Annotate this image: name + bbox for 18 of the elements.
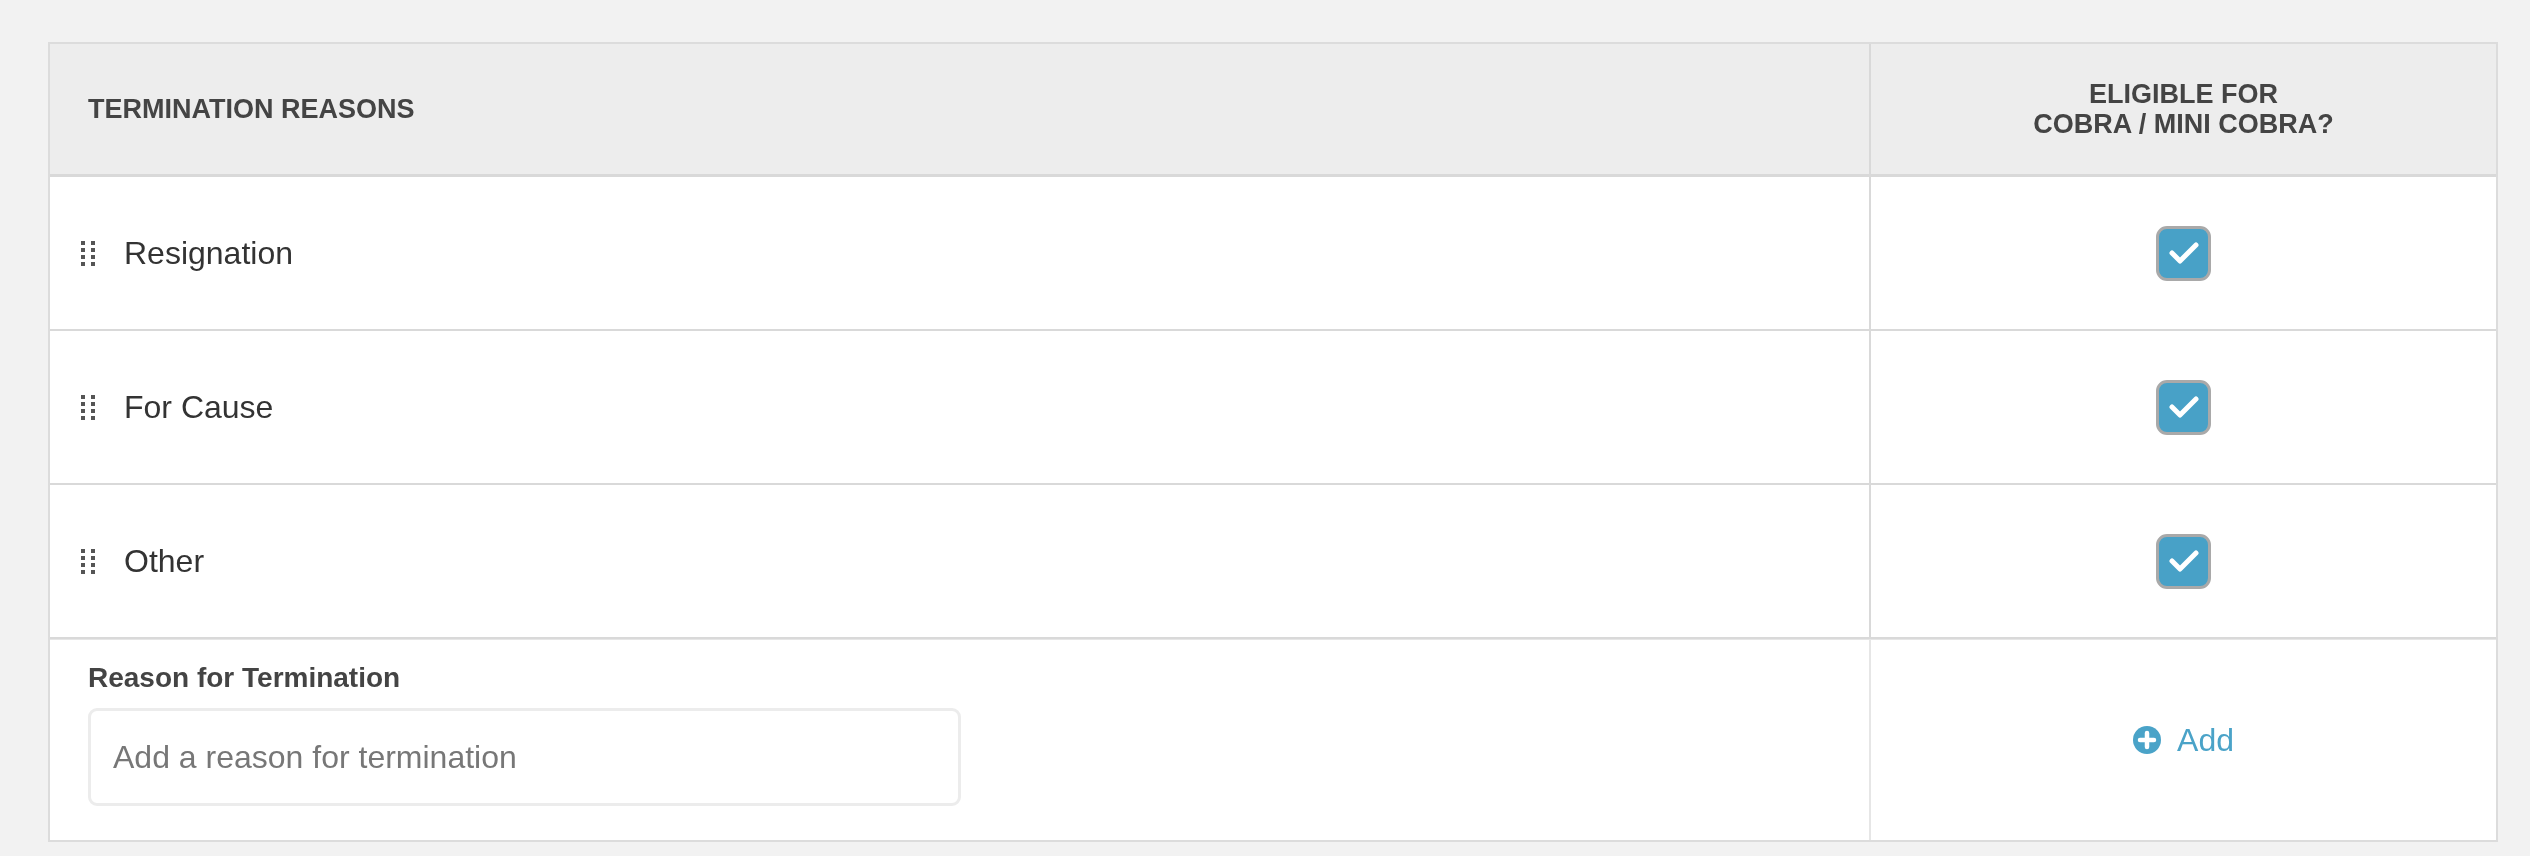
checkmark-icon: [2168, 396, 2199, 418]
add-button[interactable]: Add: [2129, 717, 2238, 763]
column-header: ELIGIBLE FOR COBRA / MINI COBRA?: [2033, 79, 2334, 139]
drag-handle-icon[interactable]: [80, 548, 96, 574]
reason-text: For Cause: [124, 388, 274, 426]
drag-handle-icon[interactable]: [80, 394, 96, 420]
reason-text: Resignation: [124, 234, 293, 272]
reason-text: Other: [124, 542, 205, 580]
checkbox[interactable]: [2156, 225, 2211, 281]
checkmark-icon: [2168, 242, 2199, 264]
drag-handle-icon[interactable]: [80, 240, 96, 266]
checkbox[interactable]: [2156, 533, 2211, 589]
plus-circle-icon: [2133, 726, 2162, 754]
field-label: Reason for Termination: [88, 661, 401, 695]
checkmark-icon: [2168, 550, 2199, 572]
checkbox[interactable]: [2156, 379, 2211, 435]
column-header: TERMINATION REASONS: [88, 94, 415, 124]
reason-input[interactable]: Add a reason for termination: [88, 708, 961, 806]
